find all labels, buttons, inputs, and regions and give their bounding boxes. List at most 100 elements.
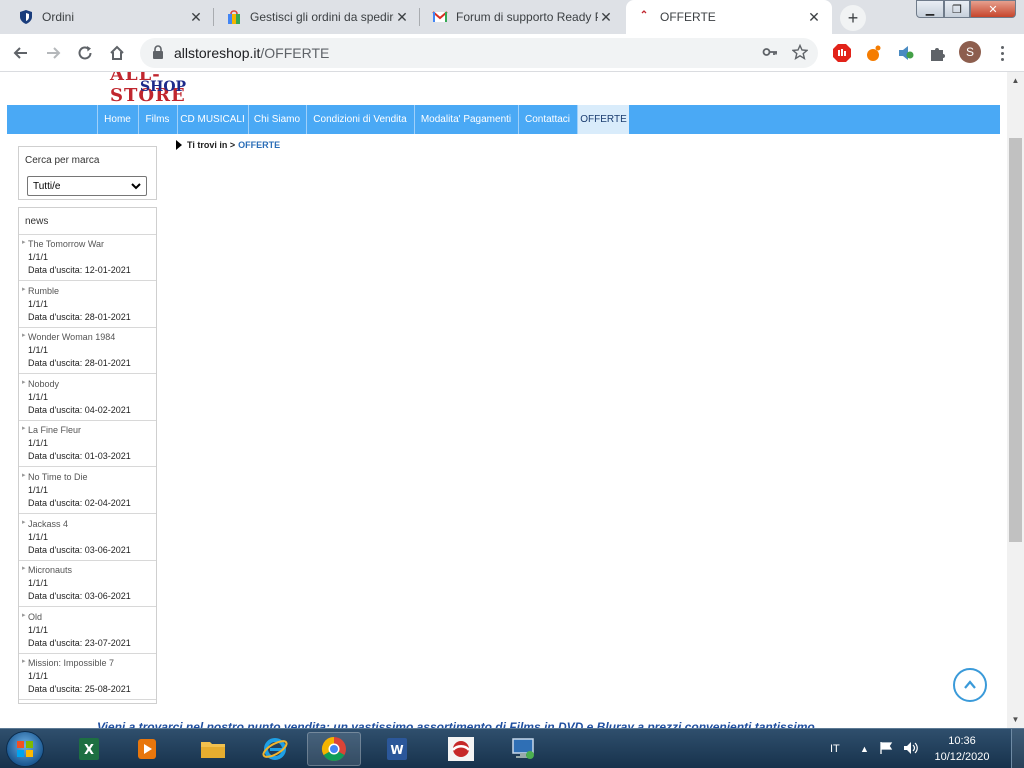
show-desktop-button[interactable] xyxy=(1011,729,1024,768)
nav-modalita-pagamenti[interactable]: Modalita' Pagamenti xyxy=(414,105,517,134)
clock[interactable]: 10:36 10/12/2020 xyxy=(930,733,994,765)
tray-icons: ▲ xyxy=(860,729,919,768)
back-button[interactable] xyxy=(8,40,34,66)
volume-icon[interactable] xyxy=(903,741,919,758)
new-tab-button[interactable]: + xyxy=(840,5,866,31)
star-icon[interactable] xyxy=(791,43,809,63)
adblock-extension-icon[interactable] xyxy=(830,41,854,65)
news-item-date: Data d'uscita: 28-01-2021 xyxy=(28,358,131,369)
taskbar-internet-explorer[interactable] xyxy=(248,732,302,766)
news-item[interactable]: ▸ Micronauts 1/1/1 Data d'uscita: 03-06-202… xyxy=(19,561,156,608)
news-item-date: Data d'uscita: 04-02-2021 xyxy=(28,404,131,415)
taskbar-remote-desktop[interactable] xyxy=(496,732,550,766)
nav-chi-siamo[interactable]: Chi Siamo xyxy=(248,105,305,134)
minimize-button[interactable]: ▁ xyxy=(916,0,944,18)
lock-icon[interactable] xyxy=(152,44,164,62)
nav-films[interactable]: Films xyxy=(138,105,176,134)
news-item[interactable]: ▸ Wonder Woman 1984 1/1/1 Data d'uscita: 28… xyxy=(19,328,156,375)
breadcrumb-current[interactable]: OFFERTE xyxy=(238,140,280,150)
tray-arrow-up-icon[interactable]: ▲ xyxy=(860,744,869,754)
news-item[interactable]: ▸ La Fine Fleur 1/1/1 Data d'uscita: 01-03-… xyxy=(19,421,156,468)
taskbar-media-player[interactable] xyxy=(120,732,174,766)
news-item-title[interactable]: Wonder Woman 1984 xyxy=(28,332,115,342)
close-icon[interactable]: ✕ xyxy=(188,9,204,26)
nav-cd-musicali[interactable]: CD MUSICALI xyxy=(177,105,247,134)
tab-forum[interactable]: Forum di supporto Ready Pro ✕ xyxy=(422,0,624,34)
shield-icon xyxy=(18,9,34,25)
news-item-title[interactable]: The Tomorrow War xyxy=(28,239,104,249)
audio-extension-icon[interactable] xyxy=(894,41,918,65)
news-item-title[interactable]: Micronauts xyxy=(28,565,72,575)
tab-ordini[interactable]: Ordini ✕ xyxy=(8,0,214,34)
news-item-title[interactable]: La Fine Fleur xyxy=(28,425,81,435)
news-item-title[interactable]: Jackass 4 xyxy=(28,519,68,529)
news-item[interactable]: ▸ Nobody 1/1/1 Data d'uscita: 04-02-2021 xyxy=(19,375,156,421)
nav-condizioni-vendita[interactable]: Condizioni di Vendita xyxy=(306,105,413,134)
page-scrollbar[interactable]: ▲ ▼ xyxy=(1007,72,1024,728)
news-item[interactable]: ▸ No Time to Die 1/1/1 Data d'uscita: 02-04… xyxy=(19,468,156,514)
file-explorer-icon xyxy=(201,742,225,758)
taskbar-readypro[interactable] xyxy=(434,732,488,766)
site-logo[interactable]: ALL-STORE SHOP xyxy=(108,72,228,106)
windows-logo-icon xyxy=(17,741,33,757)
browser-menu-icon[interactable] xyxy=(993,42,1011,64)
media-player-icon xyxy=(138,739,156,759)
news-item-title[interactable]: Old xyxy=(28,612,42,622)
bullet-arrow-icon: ▸ xyxy=(22,658,26,666)
close-icon[interactable]: ✕ xyxy=(598,9,614,26)
news-item[interactable]: ▸ Jackass 4 1/1/1 Data d'uscita: 03-06-2021 xyxy=(19,515,156,561)
taskbar-excel[interactable]: X xyxy=(62,732,116,766)
profile-avatar[interactable]: S xyxy=(959,41,981,63)
news-item-subtitle: 1/1/1 xyxy=(28,531,49,542)
forward-button[interactable] xyxy=(40,40,66,66)
news-item-date: Data d'uscita: 23-07-2021 xyxy=(28,637,131,648)
news-item-date: Data d'uscita: 01-03-2021 xyxy=(28,451,131,462)
scroll-up-arrow-icon[interactable]: ▲ xyxy=(1007,72,1024,89)
chrome-icon xyxy=(321,737,346,762)
breadcrumb: Ti trovi in > OFFERTE xyxy=(176,140,280,150)
puzzle-icon[interactable] xyxy=(926,41,950,65)
nav-contattaci[interactable]: Contattaci xyxy=(518,105,576,134)
close-icon[interactable]: ✕ xyxy=(806,9,822,26)
nav-offerte[interactable]: OFFERTE xyxy=(577,105,629,134)
taskbar-file-explorer[interactable] xyxy=(186,732,240,766)
news-item-title[interactable]: Mission: Impossible 7 xyxy=(28,658,114,668)
window-close-button[interactable]: ✕ xyxy=(970,0,1016,18)
language-indicator[interactable]: IT xyxy=(830,743,840,755)
home-icon xyxy=(110,45,124,60)
scroll-to-top-button[interactable] xyxy=(953,668,987,702)
bullet-arrow-icon: ▸ xyxy=(22,565,26,573)
news-item[interactable]: ▸ Rumble 1/1/1 Data d'uscita: 28-01-2021 xyxy=(19,282,156,328)
brand-select[interactable]: Tutti/e xyxy=(27,176,147,196)
start-button[interactable] xyxy=(6,731,44,767)
news-item-date: Data d'uscita: 02-04-2021 xyxy=(28,498,131,508)
flag-icon[interactable] xyxy=(879,741,893,758)
bullet-arrow-icon: ▸ xyxy=(22,239,26,246)
close-icon[interactable]: ✕ xyxy=(394,9,410,26)
taskbar-chrome[interactable] xyxy=(307,732,361,766)
news-item-date: Data d'uscita: 25-08-2021 xyxy=(28,684,131,695)
scroll-down-arrow-icon[interactable]: ▼ xyxy=(1007,711,1024,728)
tab-offerte[interactable]: OFFERTE ✕ xyxy=(626,0,832,34)
news-item-subtitle: 1/1/1 xyxy=(28,252,49,262)
taskbar-word[interactable]: W xyxy=(370,732,424,766)
news-item-title[interactable]: Nobody xyxy=(28,379,59,389)
reload-button[interactable] xyxy=(72,40,98,66)
news-item[interactable]: ▸ Mission: Impossible 7 1/1/1 Data d'uscita… xyxy=(19,654,156,701)
logo-line-2: SHOP xyxy=(140,79,187,95)
tab-title: OFFERTE xyxy=(660,10,716,24)
news-item-title[interactable]: No Time to Die xyxy=(28,472,88,482)
word-icon: W xyxy=(387,738,407,760)
tab-gestisci[interactable]: Gestisci gli ordini da spedire ✕ xyxy=(216,0,420,34)
clock-time: 10:36 xyxy=(948,735,976,747)
scroll-thumb[interactable] xyxy=(1009,138,1022,542)
fire-extension-icon[interactable] xyxy=(862,41,886,65)
news-item[interactable]: ▸ Old 1/1/1 Data d'uscita: 23-07-2021 xyxy=(19,608,156,654)
nav-home[interactable]: Home xyxy=(97,105,137,134)
news-item-title[interactable]: Rumble xyxy=(28,286,59,296)
address-bar[interactable]: allstoreshop.it/OFFERTE xyxy=(140,38,818,68)
maximize-button[interactable]: ❐ xyxy=(944,0,970,18)
key-icon[interactable] xyxy=(762,44,778,63)
home-button[interactable] xyxy=(104,40,130,66)
news-item[interactable]: ▸ The Tomorrow War 1/1/1 Data d'uscita: 12-… xyxy=(19,235,156,281)
